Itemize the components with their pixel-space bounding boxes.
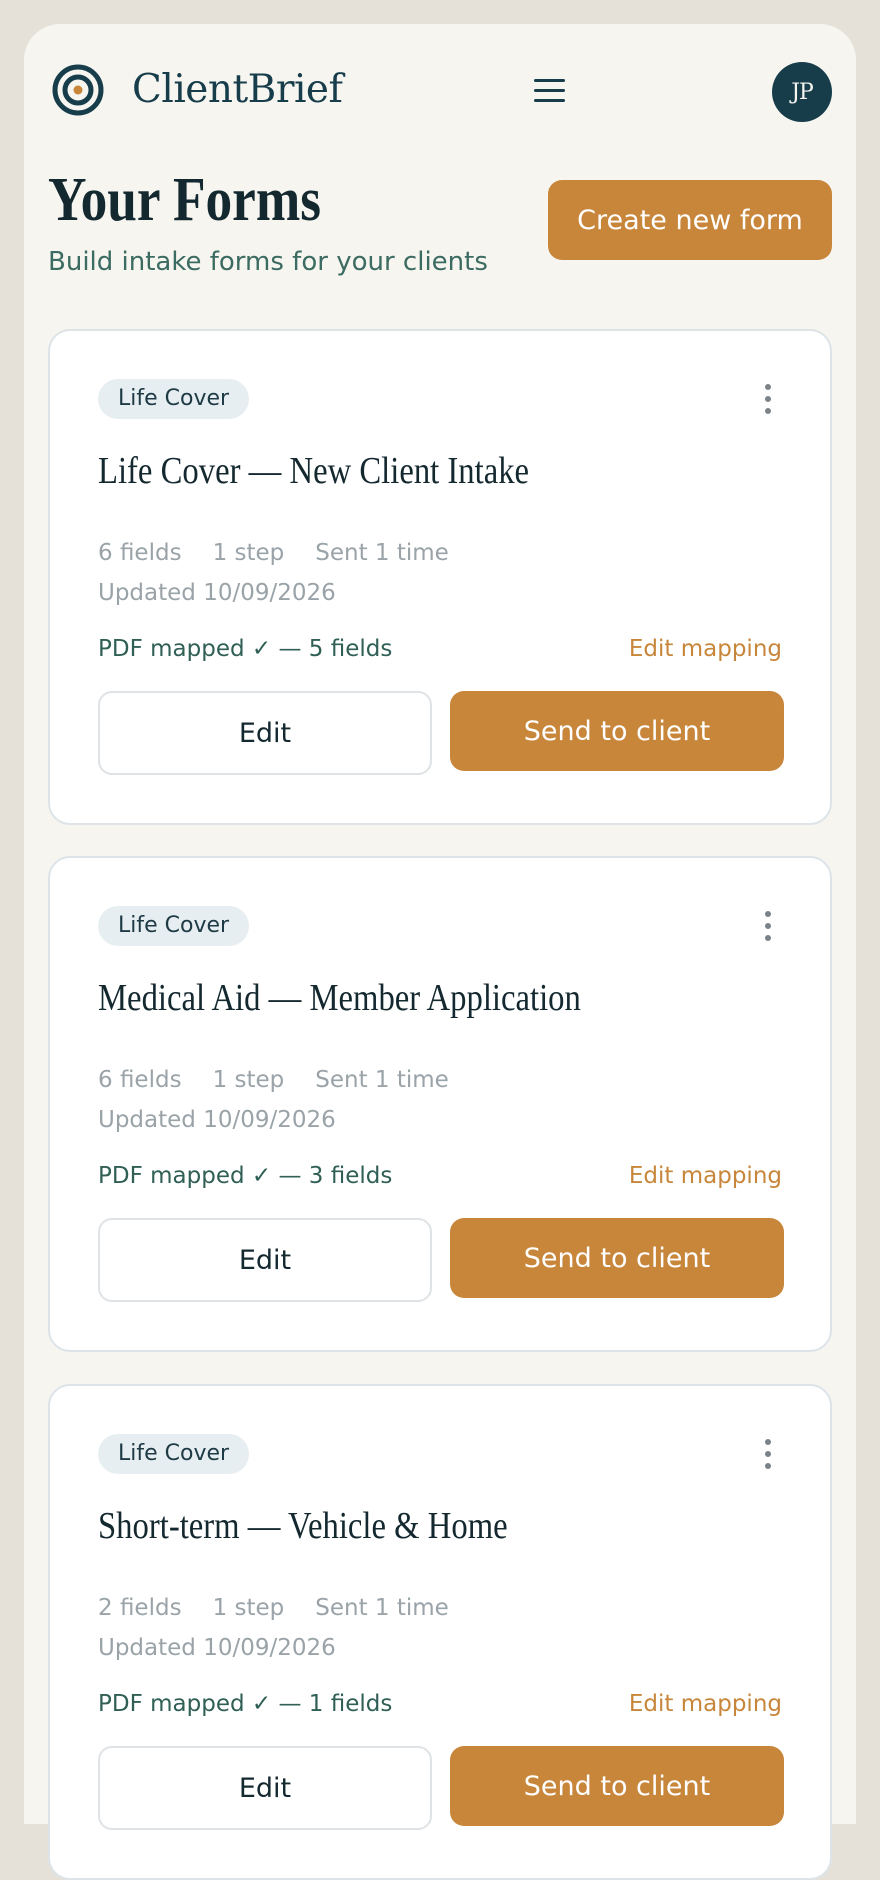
- form-meta: 6 fields 1 step Sent 1 time: [98, 1064, 480, 1096]
- more-options-icon[interactable]: [748, 906, 788, 946]
- form-card: Life Cover Life Cover — New Client Intak…: [48, 329, 832, 825]
- sent-count: Sent 1 time: [315, 1067, 449, 1093]
- step-count: 1 step: [212, 540, 285, 566]
- hamburger-menu-icon[interactable]: [530, 76, 570, 106]
- step-count: 1 step: [212, 1067, 285, 1093]
- updated-date: Updated 10/09/2026: [98, 1107, 336, 1133]
- step-count: 1 step: [212, 1595, 285, 1621]
- field-count: 6 fields: [98, 1067, 182, 1093]
- form-title[interactable]: Life Cover — New Client Intake: [98, 447, 529, 495]
- field-count: 2 fields: [98, 1595, 182, 1621]
- form-meta: 6 fields 1 step Sent 1 time: [98, 537, 480, 569]
- page-title: Your Forms: [48, 166, 322, 234]
- edit-mapping-link[interactable]: Edit mapping: [629, 1160, 782, 1192]
- create-new-form-button[interactable]: Create new form: [548, 180, 832, 260]
- edit-button[interactable]: Edit: [98, 1218, 432, 1302]
- pdf-mapped-status: PDF mapped ✓ — 5 fields: [98, 636, 393, 662]
- edit-mapping-link[interactable]: Edit mapping: [629, 1688, 782, 1720]
- send-to-client-button[interactable]: Send to client: [450, 1746, 784, 1826]
- updated-date: Updated 10/09/2026: [98, 580, 336, 606]
- user-avatar[interactable]: JP: [772, 62, 832, 122]
- category-badge: Life Cover: [98, 1434, 250, 1474]
- sent-count: Sent 1 time: [315, 540, 449, 566]
- category-badge: Life Cover: [98, 379, 250, 419]
- more-options-icon[interactable]: [748, 1434, 788, 1474]
- form-card: Life Cover Medical Aid — Member Applicat…: [48, 856, 832, 1352]
- form-title[interactable]: Short-term — Vehicle & Home: [98, 1502, 508, 1550]
- target-logo-icon[interactable]: [52, 64, 104, 116]
- edit-button[interactable]: Edit: [98, 1746, 432, 1830]
- form-card: Life Cover Short-term — Vehicle & Home 2…: [48, 1384, 832, 1880]
- top-bar: ClientBrief JP: [24, 24, 856, 160]
- edit-button[interactable]: Edit: [98, 691, 432, 775]
- more-options-icon[interactable]: [748, 379, 788, 419]
- send-to-client-button[interactable]: Send to client: [450, 691, 784, 771]
- pdf-mapped-status: PDF mapped ✓ — 1 fields: [98, 1691, 393, 1717]
- form-meta: 2 fields 1 step Sent 1 time: [98, 1592, 480, 1624]
- category-badge: Life Cover: [98, 906, 250, 946]
- field-count: 6 fields: [98, 540, 182, 566]
- send-to-client-button[interactable]: Send to client: [450, 1218, 784, 1298]
- updated-date: Updated 10/09/2026: [98, 1635, 336, 1661]
- form-title[interactable]: Medical Aid — Member Application: [98, 974, 581, 1022]
- pdf-mapped-status: PDF mapped ✓ — 3 fields: [98, 1163, 393, 1189]
- sent-count: Sent 1 time: [315, 1595, 449, 1621]
- edit-mapping-link[interactable]: Edit mapping: [629, 633, 782, 665]
- app-page: ClientBrief JP Your Forms Build intake f…: [24, 24, 856, 1880]
- brand-name[interactable]: ClientBrief: [132, 64, 343, 116]
- page-subtitle: Build intake forms for your clients: [48, 247, 488, 277]
